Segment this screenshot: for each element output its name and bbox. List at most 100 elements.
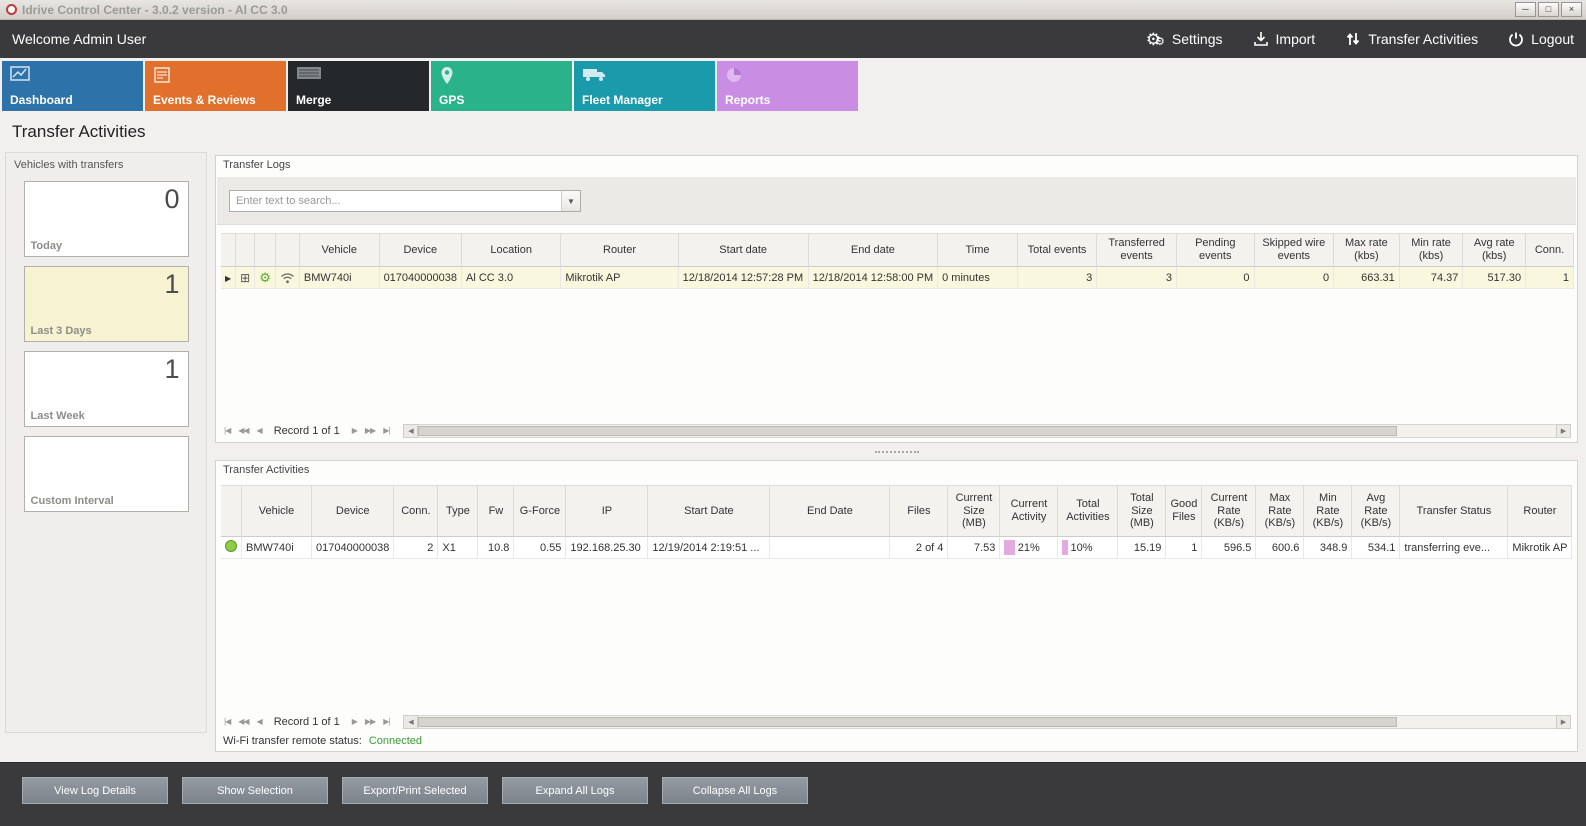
- tab-merge-label: Merge: [296, 93, 331, 107]
- logs-header-end-date[interactable]: End date: [809, 233, 938, 267]
- transfer-logs-panel: Transfer Logs ▼: [215, 155, 1578, 443]
- log-max-rate: 663.31: [1334, 267, 1400, 289]
- logs-header-device[interactable]: Device: [380, 233, 462, 267]
- next-page-icon[interactable]: ▶▶: [363, 426, 377, 435]
- export-print-selected-button[interactable]: Export/Print Selected: [342, 777, 488, 804]
- acts-header-current-size[interactable]: Current Size (MB): [948, 485, 1000, 537]
- gps-pin-icon: [439, 66, 455, 86]
- activities-header-row: Vehicle Device Conn. Type Fw G-Force IP …: [221, 485, 1572, 537]
- acts-header-files[interactable]: Files: [890, 485, 948, 537]
- search-input[interactable]: [230, 191, 561, 211]
- logs-header-conn[interactable]: Conn.: [1526, 233, 1574, 267]
- acts-header-min-rate[interactable]: Min Rate (KB/s): [1304, 485, 1352, 537]
- activities-scrollbar-thumb[interactable]: [418, 717, 1396, 727]
- logs-header-time[interactable]: Time: [938, 233, 1018, 267]
- tab-fleet-manager[interactable]: Fleet Manager: [574, 61, 715, 111]
- transfer-log-row[interactable]: ▶ ⊞ ⚙ BMW740i 017040000038 Al CC: [221, 267, 1574, 289]
- acts-header-total-activities[interactable]: Total Activities: [1058, 485, 1118, 537]
- logs-header-location[interactable]: Location: [462, 233, 561, 267]
- acts-header-status: [221, 485, 242, 537]
- acts-header-good-files[interactable]: Good Files: [1166, 485, 1202, 537]
- logs-header-skipped-wire-events[interactable]: Skipped wire events: [1255, 233, 1335, 267]
- search-dropdown-icon[interactable]: ▼: [561, 191, 580, 211]
- transfer-activities-table: Vehicle Device Conn. Type Fw G-Force IP …: [221, 485, 1574, 559]
- search-combo: ▼: [229, 190, 581, 212]
- acts-header-total-size[interactable]: Total Size (MB): [1118, 485, 1166, 537]
- expand-all-logs-button[interactable]: Expand All Logs: [502, 777, 648, 804]
- power-icon: [1508, 31, 1524, 47]
- first-record-icon[interactable]: |◀: [222, 426, 232, 435]
- logs-header-pending-events[interactable]: Pending events: [1177, 233, 1255, 267]
- scroll-right-icon[interactable]: ▶: [1556, 715, 1571, 729]
- tab-events-reviews[interactable]: Events & Reviews: [145, 61, 286, 111]
- tab-reports[interactable]: Reports: [717, 61, 858, 111]
- acts-header-type[interactable]: Type: [438, 485, 478, 537]
- act-router: Mikrotik AP: [1508, 537, 1572, 559]
- show-selection-button[interactable]: Show Selection: [182, 777, 328, 804]
- tab-gps[interactable]: GPS: [431, 61, 572, 111]
- title-bar: Idrive Control Center - 3.0.2 version - …: [0, 0, 1586, 20]
- scroll-left-icon[interactable]: ◀: [403, 715, 418, 729]
- next-record-icon[interactable]: ▶: [350, 426, 359, 435]
- acts-header-current-activity[interactable]: Current Activity: [1000, 485, 1058, 537]
- filter-card-custom-interval[interactable]: Custom Interval: [24, 436, 189, 512]
- log-gear-icon[interactable]: ⚙: [259, 270, 271, 285]
- filter-card-last-3-days[interactable]: 1 Last 3 Days: [24, 266, 189, 342]
- acts-header-conn[interactable]: Conn.: [394, 485, 438, 537]
- acts-header-transfer-status[interactable]: Transfer Status: [1400, 485, 1508, 537]
- acts-header-current-rate[interactable]: Current Rate (KB/s): [1202, 485, 1256, 537]
- collapse-all-logs-button[interactable]: Collapse All Logs: [662, 777, 808, 804]
- filter-card-last-week[interactable]: 1 Last Week: [24, 351, 189, 427]
- acts-header-vehicle[interactable]: Vehicle: [242, 485, 312, 537]
- scroll-left-icon[interactable]: ◀: [403, 424, 418, 438]
- acts-header-device[interactable]: Device: [312, 485, 394, 537]
- logs-header-min-rate[interactable]: Min rate (kbs): [1400, 233, 1464, 267]
- acts-header-avg-rate[interactable]: Avg Rate (KB/s): [1352, 485, 1400, 537]
- maximize-button[interactable]: □: [1538, 2, 1559, 17]
- tab-merge[interactable]: Merge: [288, 61, 429, 111]
- log-location: Al CC 3.0: [462, 267, 561, 289]
- logs-header-max-rate[interactable]: Max rate (kbs): [1334, 233, 1400, 267]
- acts-header-end-date[interactable]: End Date: [770, 485, 890, 537]
- next-page-icon[interactable]: ▶▶: [363, 717, 377, 726]
- logout-button[interactable]: Logout: [1508, 31, 1574, 47]
- prev-record-icon[interactable]: ◀: [255, 426, 264, 435]
- view-log-details-button[interactable]: View Log Details: [22, 777, 168, 804]
- minimize-button[interactable]: ─: [1515, 2, 1536, 17]
- logs-header-total-events[interactable]: Total events: [1018, 233, 1097, 267]
- acts-header-ip[interactable]: IP: [566, 485, 648, 537]
- acts-header-router[interactable]: Router: [1508, 485, 1572, 537]
- acts-header-start-date[interactable]: Start Date: [648, 485, 770, 537]
- row-indicator-icon: ▶: [225, 274, 231, 283]
- prev-page-icon[interactable]: ◀◀: [236, 717, 250, 726]
- logs-scrollbar-thumb[interactable]: [418, 426, 1396, 436]
- scroll-right-icon[interactable]: ▶: [1556, 424, 1571, 438]
- last-record-icon[interactable]: ▶|: [381, 717, 391, 726]
- prev-record-icon[interactable]: ◀: [255, 717, 264, 726]
- logs-header-transferred-events[interactable]: Transferred events: [1097, 233, 1177, 267]
- tab-dashboard[interactable]: Dashboard: [2, 61, 143, 111]
- prev-page-icon[interactable]: ◀◀: [236, 426, 250, 435]
- settings-button[interactable]: ⚙⚙ Settings: [1146, 31, 1223, 48]
- wifi-status-line: Wi-Fi transfer remote status: Connected: [223, 735, 422, 747]
- import-icon: [1253, 31, 1269, 47]
- logs-header-vehicle[interactable]: Vehicle: [300, 233, 380, 267]
- first-record-icon[interactable]: |◀: [222, 717, 232, 726]
- acts-header-gforce[interactable]: G-Force: [514, 485, 566, 537]
- transfer-activity-row[interactable]: BMW740i 017040000038 2 X1 10.8 0.55 192.…: [221, 537, 1572, 559]
- filter-card-today[interactable]: 0 Today: [24, 181, 189, 257]
- acts-header-max-rate[interactable]: Max Rate (KB/s): [1256, 485, 1304, 537]
- expand-row-icon[interactable]: ⊞: [240, 271, 250, 285]
- close-button[interactable]: ×: [1561, 2, 1582, 17]
- logs-header-avg-rate[interactable]: Avg rate (kbs): [1463, 233, 1526, 267]
- activities-horizontal-scrollbar[interactable]: ◀ ▶: [403, 715, 1571, 729]
- last-record-icon[interactable]: ▶|: [381, 426, 391, 435]
- import-button[interactable]: Import: [1253, 31, 1316, 47]
- logs-header-router[interactable]: Router: [561, 233, 678, 267]
- logs-horizontal-scrollbar[interactable]: ◀ ▶: [403, 424, 1571, 438]
- acts-header-fw[interactable]: Fw: [478, 485, 514, 537]
- logs-header-start-date[interactable]: Start date: [679, 233, 809, 267]
- transfer-activities-button[interactable]: Transfer Activities: [1345, 31, 1478, 47]
- next-record-icon[interactable]: ▶: [350, 717, 359, 726]
- panel-splitter[interactable]: [215, 447, 1578, 457]
